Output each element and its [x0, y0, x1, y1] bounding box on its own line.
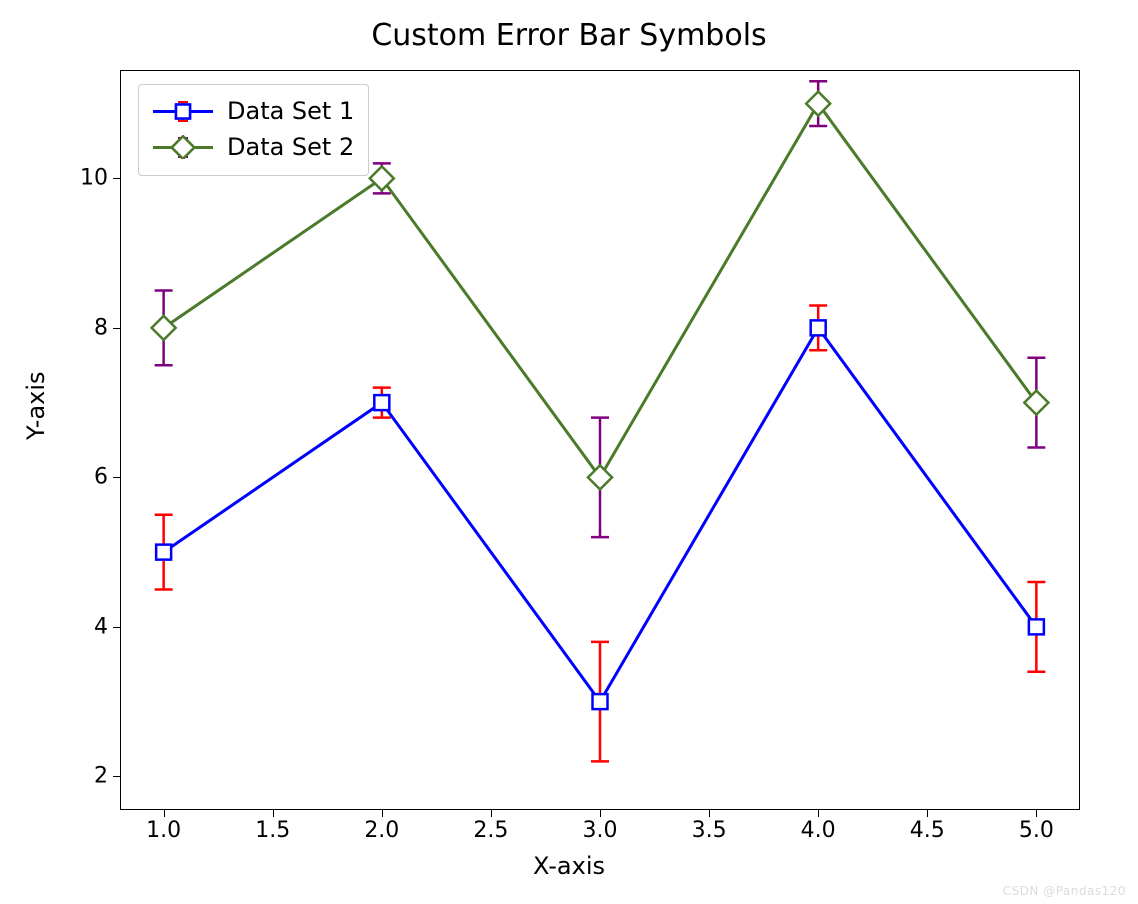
- x-tick-label: 5.0: [1019, 818, 1054, 843]
- plot-svg: [120, 70, 1080, 810]
- legend-sample-1: [153, 99, 213, 123]
- watermark: CSDN @Pandas120: [1003, 884, 1126, 898]
- legend-entry-2: Data Set 2: [153, 129, 354, 165]
- legend-label-2: Data Set 2: [227, 133, 354, 161]
- legend-sample-2: [153, 135, 213, 159]
- x-tick-label: 4.0: [801, 818, 836, 843]
- y-tick-mark: [113, 477, 120, 478]
- x-tick-label: 2.5: [473, 818, 508, 843]
- x-tick-label: 4.5: [910, 818, 945, 843]
- y-tick-mark: [113, 627, 120, 628]
- x-tick-label: 3.5: [692, 818, 727, 843]
- y-tick-mark: [113, 328, 120, 329]
- x-tick-mark: [1036, 810, 1037, 817]
- legend-label-1: Data Set 1: [227, 97, 354, 125]
- y-tick-label: 8: [48, 315, 108, 340]
- y-tick-label: 10: [48, 166, 108, 191]
- x-tick-label: 1.5: [255, 818, 290, 843]
- x-tick-label: 3.0: [583, 818, 618, 843]
- x-tick-mark: [709, 810, 710, 817]
- x-tick-mark: [273, 810, 274, 817]
- x-tick-label: 2.0: [364, 818, 399, 843]
- x-tick-mark: [600, 810, 601, 817]
- x-tick-mark: [164, 810, 165, 817]
- y-tick-mark: [113, 776, 120, 777]
- legend-entry-1: Data Set 1: [153, 93, 354, 129]
- y-tick-label: 4: [48, 614, 108, 639]
- x-tick-mark: [491, 810, 492, 817]
- x-tick-mark: [927, 810, 928, 817]
- chart-title: Custom Error Bar Symbols: [0, 18, 1138, 53]
- chart-container: Custom Error Bar Symbols 2 4 6 8 10 1.0 1.5 2.…: [0, 0, 1138, 904]
- y-tick-mark: [113, 178, 120, 179]
- x-tick-mark: [382, 810, 383, 817]
- x-tick-mark: [818, 810, 819, 817]
- x-tick-label: 1.0: [146, 818, 181, 843]
- y-axis-label: Y-axis: [22, 371, 50, 440]
- legend: Data Set 1 Data Set 2: [138, 84, 369, 176]
- x-axis-label: X-axis: [0, 852, 1138, 880]
- y-tick-label: 2: [48, 764, 108, 789]
- y-tick-label: 6: [48, 465, 108, 490]
